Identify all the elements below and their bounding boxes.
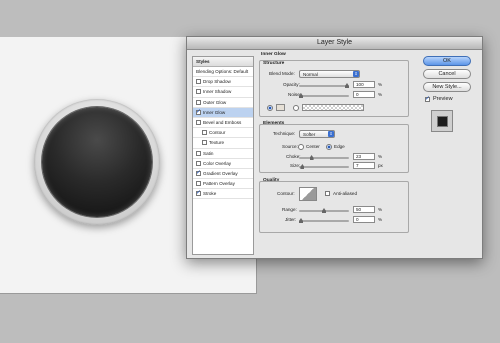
- styles-list: Styles Blending Options: Default Drop Sh…: [192, 56, 254, 255]
- style-item-checkbox[interactable]: [196, 89, 201, 95]
- section-title: Inner Glow: [261, 52, 286, 57]
- gradient-radio[interactable]: [293, 105, 299, 111]
- style-item-label: Contour: [209, 130, 226, 136]
- anti-aliased-label: Anti-aliased: [333, 191, 358, 196]
- style-item-checkbox[interactable]: [196, 120, 201, 126]
- style-item[interactable]: Bevel and Emboss: [193, 118, 253, 129]
- center-label: Center: [306, 144, 320, 149]
- style-item[interactable]: Contour: [193, 128, 253, 139]
- style-item[interactable]: Inner Shadow: [193, 87, 253, 98]
- chevron-updown-icon: ⇕: [353, 71, 359, 77]
- new-style-button[interactable]: New Style...: [423, 82, 471, 92]
- gradient-picker[interactable]: [302, 104, 364, 111]
- style-item-checkbox[interactable]: [196, 181, 201, 187]
- style-item-label: Satin: [203, 150, 214, 156]
- jitter-label: Jitter:: [285, 217, 297, 222]
- choke-unit: %: [378, 154, 383, 159]
- dialog-title: Layer Style: [316, 39, 353, 46]
- style-item-label: Texture: [209, 140, 225, 146]
- style-item-label: Drop Shadow: [203, 79, 231, 85]
- preview-swatch: [437, 116, 448, 127]
- technique-label: Technique:: [273, 131, 296, 136]
- contour-picker[interactable]: [299, 187, 317, 201]
- blend-mode-select[interactable]: Normal ⇕: [299, 70, 360, 78]
- edge-label: Edge: [334, 144, 345, 149]
- style-item[interactable]: Stroke: [193, 189, 253, 200]
- cancel-button[interactable]: Cancel: [423, 69, 471, 79]
- style-item-checkbox[interactable]: [196, 99, 201, 105]
- preview-label: Preview: [433, 96, 453, 102]
- preview-checkbox[interactable]: [425, 95, 430, 102]
- style-item-label: Outer Glow: [203, 99, 227, 105]
- style-item[interactable]: Gradient Overlay: [193, 169, 253, 180]
- source-label: Source:: [282, 144, 298, 149]
- technique-value: Softer: [303, 132, 316, 137]
- styles-header[interactable]: Styles: [193, 57, 253, 67]
- size-slider[interactable]: [299, 164, 349, 169]
- style-item[interactable]: Outer Glow: [193, 98, 253, 108]
- dialog-titlebar[interactable]: Layer Style: [187, 37, 482, 50]
- style-item[interactable]: Satin: [193, 149, 253, 159]
- style-item-label: Inner Shadow: [203, 89, 232, 95]
- style-item-checkbox[interactable]: [196, 79, 201, 85]
- ok-button[interactable]: OK: [423, 56, 471, 66]
- choke-input[interactable]: 23: [353, 153, 375, 160]
- style-item-checkbox[interactable]: [196, 189, 201, 197]
- style-item-label: Stroke: [203, 191, 217, 197]
- jitter-unit: %: [378, 217, 383, 222]
- choke-slider[interactable]: [299, 155, 349, 160]
- style-item-checkbox[interactable]: [202, 140, 207, 146]
- contour-label: Contour:: [277, 191, 295, 196]
- technique-select[interactable]: Softer ⇕: [299, 130, 335, 138]
- jitter-input[interactable]: 0: [353, 216, 375, 223]
- source-edge-radio[interactable]: [326, 144, 332, 150]
- glow-color-swatch[interactable]: [276, 104, 285, 111]
- style-item[interactable]: Texture: [193, 138, 253, 149]
- button-ring-artwork: [34, 99, 160, 225]
- source-center-radio[interactable]: [298, 144, 304, 150]
- range-label: Range:: [282, 207, 297, 212]
- style-item[interactable]: Inner Glow: [193, 107, 253, 118]
- solid-color-radio[interactable]: [267, 105, 273, 111]
- blend-mode-label: Blend Mode:: [269, 71, 295, 76]
- range-input[interactable]: 50: [353, 206, 375, 213]
- style-item-checkbox[interactable]: [196, 108, 201, 115]
- inner-glow-panel: Inner Glow Structure Blend Mode: Normal …: [257, 52, 411, 257]
- range-unit: %: [378, 207, 383, 212]
- size-unit: px: [378, 163, 383, 168]
- chevron-updown-icon: ⇕: [328, 131, 334, 137]
- jitter-slider[interactable]: [299, 218, 349, 223]
- style-item-label: Pattern Overlay: [203, 181, 235, 187]
- blend-mode-value: Normal: [303, 72, 318, 77]
- style-item-label: Color Overlay: [203, 160, 232, 166]
- noise-slider[interactable]: [299, 93, 349, 98]
- opacity-unit: %: [378, 82, 383, 87]
- style-item[interactable]: Drop Shadow: [193, 77, 253, 88]
- range-slider[interactable]: [299, 208, 349, 213]
- opacity-input[interactable]: 100: [353, 81, 375, 88]
- noise-input[interactable]: 0: [353, 91, 375, 98]
- style-item-checkbox[interactable]: [202, 130, 207, 136]
- style-item-checkbox[interactable]: [196, 169, 201, 176]
- opacity-slider[interactable]: [299, 83, 349, 88]
- style-item-label: Gradient Overlay: [203, 170, 238, 176]
- preview-thumbnail: [431, 110, 453, 132]
- style-item-label: Inner Glow: [203, 109, 226, 115]
- style-item-checkbox[interactable]: [196, 150, 201, 156]
- noise-unit: %: [378, 92, 383, 97]
- anti-aliased-checkbox[interactable]: [325, 191, 330, 196]
- size-input[interactable]: 7: [353, 162, 375, 169]
- layer-style-dialog: Layer Style Styles Blending Options: Def…: [186, 36, 483, 259]
- blending-options-item[interactable]: Blending Options: Default: [193, 67, 253, 78]
- blending-options-label: Blending Options: Default: [196, 69, 249, 75]
- style-item-checkbox[interactable]: [196, 160, 201, 166]
- style-item[interactable]: Color Overlay: [193, 159, 253, 169]
- button-disc-artwork: [42, 107, 152, 217]
- structure-title: Structure: [263, 61, 285, 66]
- style-item-label: Bevel and Emboss: [203, 120, 242, 126]
- opacity-label: Opacity:: [283, 82, 300, 87]
- style-item[interactable]: Pattern Overlay: [193, 179, 253, 190]
